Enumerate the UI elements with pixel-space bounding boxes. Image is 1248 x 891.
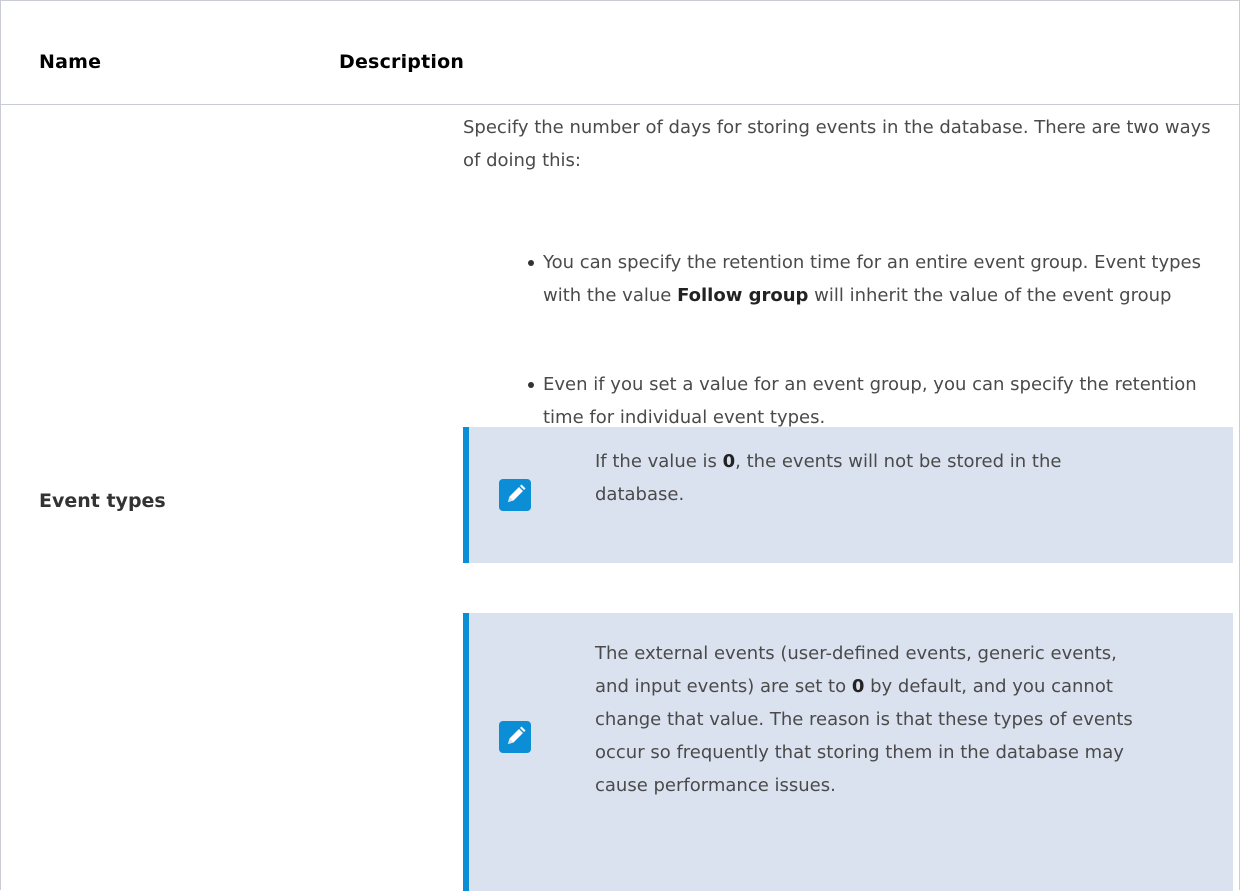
bullet-text: Even if you set a value for an event gro… (543, 374, 1197, 428)
description-bullet-list: You can specify the retention time for a… (528, 246, 1233, 434)
note-text-bold: 0 (851, 676, 865, 697)
column-header-description: Description (339, 51, 465, 73)
description-intro: Specify the number of days for storing e… (463, 117, 1211, 171)
pencil-icon (499, 721, 531, 753)
note-box: If the value is 0, the events will not b… (463, 427, 1233, 563)
list-item: Even if you set a value for an event gro… (528, 368, 1233, 434)
note-text: If the value is 0, the events will not b… (595, 445, 1115, 511)
column-header-name: Name (39, 51, 102, 73)
bullet-text-bold: Follow group (677, 285, 809, 306)
note-text-bold: 0 (722, 451, 736, 472)
table-header-row: Name Description (1, 1, 1239, 105)
row-description-cell: Specify the number of days for storing e… (463, 111, 1233, 428)
note-text: The external events (user-defined events… (595, 637, 1140, 802)
settings-table: Name Description Event types Specify the… (0, 0, 1240, 891)
note-box: The external events (user-defined events… (463, 613, 1233, 891)
bullet-icon (528, 382, 534, 388)
bullet-icon (528, 260, 534, 266)
pencil-icon (499, 479, 531, 511)
row-name-cell: Event types (39, 490, 166, 512)
bullet-text-after: will inherit the value of the event grou… (808, 285, 1172, 306)
list-item: You can specify the retention time for a… (528, 246, 1233, 368)
note-text-before: If the value is (595, 451, 723, 472)
